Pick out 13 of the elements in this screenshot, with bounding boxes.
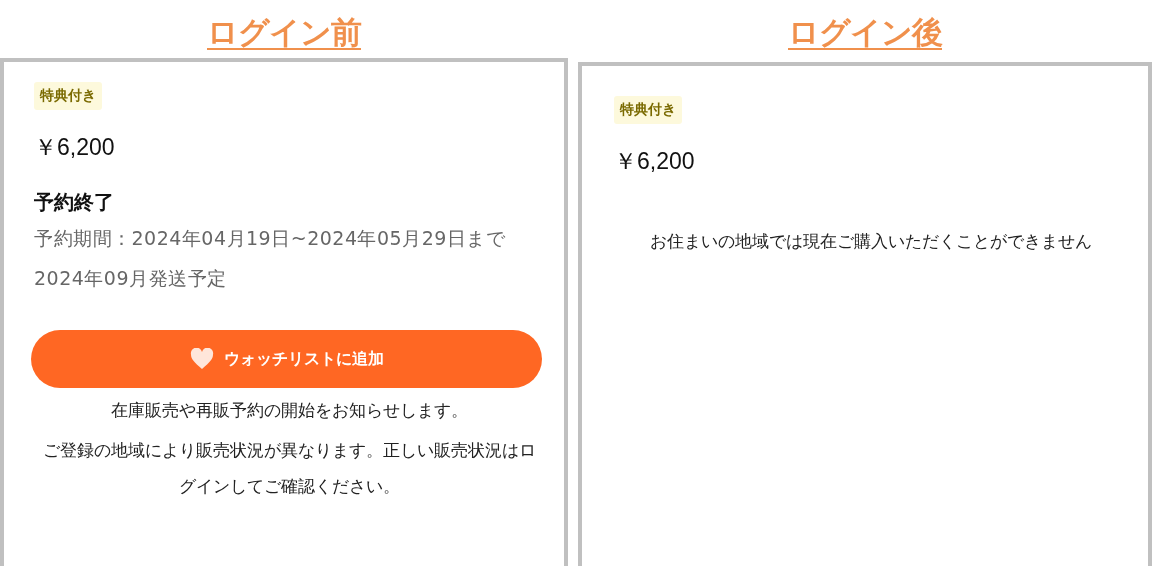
status-label: 予約終了 [34,189,114,216]
note-text: 在庫販売や再販予約の開始をお知らせします。 [109,399,469,422]
price-text: ￥6,200 [614,147,695,176]
section-heading: ログイン後 [788,13,942,52]
watchlist-button[interactable]: ウォッチリストに追加 [31,330,542,388]
bonus-badge: 特典付き [614,96,682,124]
period-text: 予約期間：2024年04月19日~2024年05月29日まで 2024年09月発送予定 [34,226,507,291]
note-text: ご登録の地域により販売状況が異なります。正しい販売状況はログインしてご確認ください。 [41,439,537,498]
section-heading: ログイン前 [207,13,361,52]
heart-icon [189,348,214,370]
price-text: ￥6,200 [34,133,115,162]
bonus-badge: 特典付き [34,82,102,110]
message-text: お住まいの地域では現在ご購入いただくことができません [649,230,1093,253]
